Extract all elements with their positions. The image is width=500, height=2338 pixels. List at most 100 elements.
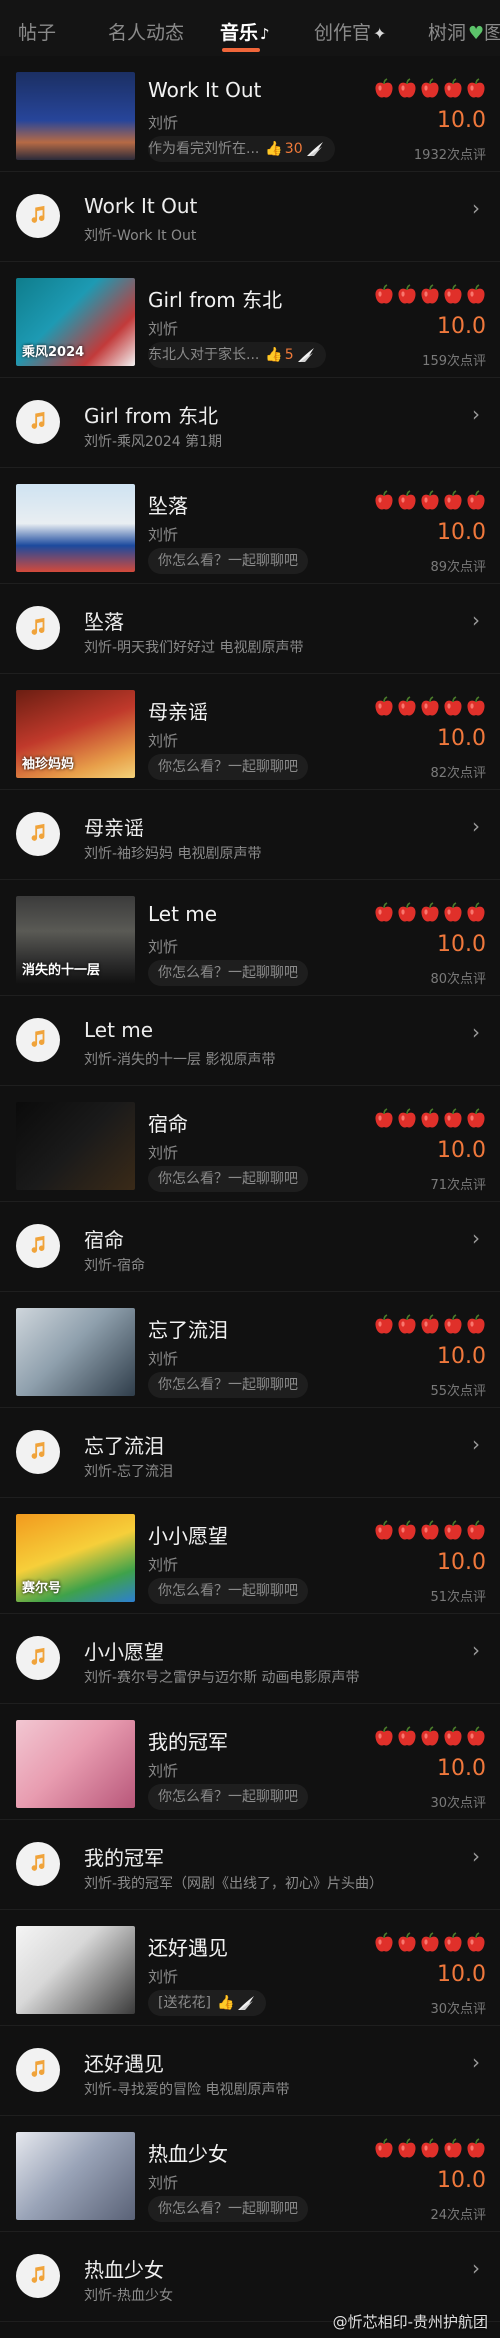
song-row[interactable]: Girl from 东北 刘忻-乘风2024 第1期 › — [0, 378, 500, 468]
comment-preview[interactable]: 你怎么看？一起聊聊吧 — [148, 1578, 308, 1604]
work-row[interactable]: 消失的十一层 Let me 刘忻 你怎么看？一起聊聊吧 10.0 80次点评 — [0, 880, 500, 996]
work-artist: 刘忻 — [148, 2174, 179, 2192]
comment-preview[interactable]: 东北人对于家长... 👍 5 — [148, 342, 326, 368]
work-row[interactable]: 还好遇见 刘忻 [送花花] 👍 10.0 30次点评 — [0, 1910, 500, 2026]
comment-preview[interactable]: 你怎么看？一起聊聊吧 — [148, 960, 308, 986]
song-row[interactable]: 我的冠军 刘忻-我的冠军（网剧《出线了，初心》片头曲） › — [0, 1820, 500, 1910]
like-count: 30 — [284, 141, 303, 157]
album-cover[interactable] — [16, 1720, 135, 1808]
album-cover[interactable] — [16, 1926, 135, 2014]
work-artist: 刘忻 — [148, 1556, 179, 1574]
chevron-right-icon[interactable]: › — [472, 1432, 480, 1456]
song-row[interactable]: Work It Out 刘忻-Work It Out › — [0, 172, 500, 262]
work-title: 忘了流泪 — [148, 1318, 228, 1342]
song-subtitle: 刘忻-寻找爱的冒险 电视剧原声带 — [84, 2082, 290, 2098]
work-row[interactable]: 我的冠军 刘忻 你怎么看？一起聊聊吧 10.0 30次点评 — [0, 1704, 500, 1820]
song-row[interactable]: 母亲谣 刘忻-袖珍妈妈 电视剧原声带 › — [0, 790, 500, 880]
tab-music[interactable]: 音乐 ♪ — [220, 18, 270, 45]
work-title: 坠落 — [148, 494, 188, 518]
comment-preview[interactable]: 你怎么看？一起聊聊吧 — [148, 2196, 308, 2222]
work-row[interactable]: 热血少女 刘忻 你怎么看？一起聊聊吧 10.0 24次点评 — [0, 2116, 500, 2232]
comment-preview[interactable]: 你怎么看？一起聊聊吧 — [148, 1784, 308, 1810]
score: 10.0 — [437, 932, 486, 957]
apple-rating — [371, 490, 486, 512]
apple-icon — [443, 1726, 463, 1748]
song-title: 还好遇见 — [84, 2052, 164, 2076]
comment-text: 你怎么看？一起聊聊吧 — [158, 1789, 298, 1805]
apple-icon — [397, 2138, 417, 2160]
song-row[interactable]: 还好遇见刘忻-寻找爱的冒险 电视剧原声带 › — [0, 2026, 500, 2116]
apple-icon — [374, 490, 394, 512]
work-row[interactable]: 宿命 刘忻 你怎么看？一起聊聊吧 10.0 71次点评 — [0, 1086, 500, 1202]
comment-preview[interactable]: 作为看完刘忻在... 👍 30 — [148, 136, 335, 162]
album-cover[interactable] — [16, 484, 135, 572]
tab-creator[interactable]: 创作官 ✦ — [314, 18, 386, 45]
album-cover[interactable]: 袖珍妈妈 — [16, 690, 135, 778]
work-row[interactable]: 乘风2024 Girl from 东北 刘忻 东北人对于家长... 👍 5 10.0 159次… — [0, 262, 500, 378]
rating-count: 80次点评 — [430, 972, 486, 987]
apple-icon — [420, 902, 440, 924]
tab-tree-hole[interactable]: 树洞 ♥图 — [428, 18, 500, 45]
like-count: 5 — [284, 347, 294, 363]
comment-preview[interactable]: 你怎么看？一起聊聊吧 — [148, 1166, 308, 1192]
comment-preview[interactable]: 你怎么看？一起聊聊吧 — [148, 548, 308, 574]
thumbs-up-icon: 👍 — [265, 347, 283, 363]
tab-celebrity-news[interactable]: 名人动态 — [108, 18, 184, 45]
chevron-right-icon[interactable]: › — [472, 402, 480, 426]
chevron-right-icon[interactable]: › — [472, 196, 480, 220]
song-row[interactable]: 热血少女 刘忻-热血少女 › — [0, 2232, 500, 2322]
rating-count: 24次点评 — [430, 2208, 486, 2223]
work-row[interactable]: 忘了流泪 刘忻 你怎么看？一起聊聊吧 10.0 55次点评 — [0, 1292, 500, 1408]
album-cover[interactable] — [16, 1308, 135, 1396]
apple-icon — [443, 78, 463, 100]
cover-text: 乘风2024 — [22, 345, 85, 360]
tab-posts[interactable]: 帖子 — [18, 18, 56, 45]
comment-preview[interactable]: [送花花] 👍 — [148, 1990, 267, 2016]
apple-icon — [420, 1726, 440, 1748]
tab-creator-label: 创作官 — [314, 22, 372, 44]
chevron-right-icon[interactable]: › — [472, 2256, 480, 2280]
album-cover[interactable] — [16, 2132, 135, 2220]
chevron-right-icon[interactable]: › — [472, 608, 480, 632]
rating-count: 89次点评 — [430, 560, 486, 575]
score: 10.0 — [437, 2168, 486, 2193]
apple-icon — [397, 1314, 417, 1336]
work-row[interactable]: 赛尔号 小小愿望 刘忻 你怎么看？一起聊聊吧 10.0 51次点评 — [0, 1498, 500, 1614]
apple-icon — [374, 1726, 394, 1748]
comment-preview[interactable]: 你怎么看？一起聊聊吧 — [148, 1372, 308, 1398]
chevron-right-icon[interactable]: › — [472, 2050, 480, 2074]
apple-icon — [443, 902, 463, 924]
cover-text: 消失的十一层 — [22, 963, 101, 978]
comment-preview[interactable]: 你怎么看？一起聊聊吧 — [148, 754, 308, 780]
rating-count: 159次点评 — [422, 354, 486, 369]
album-cover[interactable] — [16, 1102, 135, 1190]
song-row[interactable]: 小小愿望 刘忻-赛尔号之雷伊与迈尔斯 动画电影原声带 › — [0, 1614, 500, 1704]
chevron-right-icon[interactable]: › — [472, 814, 480, 838]
apple-icon — [466, 284, 486, 306]
tab-music-label: 音乐 — [220, 22, 259, 44]
chevron-right-icon[interactable]: › — [472, 1020, 480, 1044]
chevron-right-icon[interactable]: › — [472, 1226, 480, 1250]
album-cover[interactable]: 乘风2024 — [16, 278, 135, 366]
comment-text: 你怎么看？一起聊聊吧 — [158, 1583, 298, 1599]
song-row[interactable]: 忘了流泪 刘忻-忘了流泪 › — [0, 1408, 500, 1498]
apple-icon — [374, 78, 394, 100]
song-row[interactable]: Let me 刘忻-消失的十一层 影视原声带 › — [0, 996, 500, 1086]
work-row[interactable]: 袖珍妈妈 母亲谣 刘忻 你怎么看？一起聊聊吧 10.0 82次点评 — [0, 674, 500, 790]
apple-rating — [371, 1520, 486, 1542]
album-cover[interactable] — [16, 72, 135, 160]
work-row[interactable]: Work It Out 刘忻 作为看完刘忻在... 👍 30 10.0 1932次点评 — [0, 56, 500, 172]
work-row[interactable]: 坠落 刘忻 你怎么看？一起聊聊吧 10.0 89次点评 — [0, 468, 500, 584]
apple-icon — [466, 1726, 486, 1748]
apple-icon — [466, 1932, 486, 1954]
song-title: 热血少女 — [84, 2258, 164, 2282]
chevron-right-icon[interactable]: › — [472, 1844, 480, 1868]
apple-rating — [371, 1726, 486, 1748]
album-cover[interactable]: 消失的十一层 — [16, 896, 135, 984]
song-row[interactable]: 坠落 刘忻-明天我们好好过 电视剧原声带 › — [0, 584, 500, 674]
chevron-right-icon[interactable]: › — [472, 1638, 480, 1662]
song-row[interactable]: 宿命 刘忻-宿命 › — [0, 1202, 500, 1292]
work-title: 母亲谣 — [148, 700, 208, 724]
work-artist: 刘忻 — [148, 732, 179, 750]
album-cover[interactable]: 赛尔号 — [16, 1514, 135, 1602]
